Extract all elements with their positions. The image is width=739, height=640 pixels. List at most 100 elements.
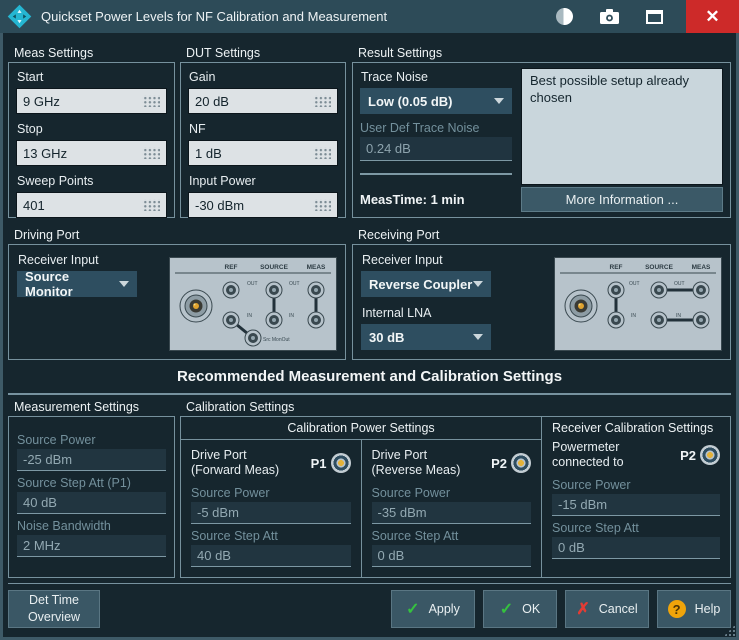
keypad-icon xyxy=(313,147,331,159)
noise-bandwidth-label: Noise Bandwidth xyxy=(17,519,166,535)
cancel-button[interactable]: ✗ Cancel xyxy=(565,590,649,628)
keypad-icon xyxy=(142,147,160,159)
source-power-label: Source Power xyxy=(17,433,166,449)
source-step-att-p1-value: 40 dB xyxy=(23,495,57,510)
screenshot-camera-icon[interactable] xyxy=(600,9,619,24)
powermeter-title-line1: Powermeter xyxy=(552,440,624,455)
start-value: 9 GHz xyxy=(23,94,60,109)
meas-time-text: MeasTime: 1 min xyxy=(360,192,512,207)
forward-source-step-att-label: Source Step Att xyxy=(191,529,351,545)
internal-lna-label: Internal LNA xyxy=(362,306,491,321)
keypad-icon xyxy=(313,95,331,107)
driving-port-diagram: REF SOURCE MEAS xyxy=(169,257,337,351)
setup-info-box: Best possible setup already chosen xyxy=(521,68,723,185)
receiving-port-group: Receiving Port Receiver Input Reverse Co… xyxy=(352,228,731,360)
help-button[interactable]: ? Help xyxy=(657,590,731,628)
reverse-source-power-field: -35 dBm xyxy=(372,502,532,524)
source-power-field: -25 dBm xyxy=(17,449,166,471)
sweep-points-field[interactable]: 401 xyxy=(16,192,167,218)
det-time-line1: Det Time xyxy=(29,592,79,609)
reverse-source-power-value: -35 dBm xyxy=(378,505,427,520)
receiving-receiver-input-dropdown[interactable]: Reverse Coupler xyxy=(361,271,491,297)
reverse-source-power-label: Source Power xyxy=(372,486,532,502)
check-icon: ✓ xyxy=(500,599,513,619)
calibration-settings-group: Calibration Settings Calibration Power S… xyxy=(180,400,731,578)
chevron-down-icon xyxy=(494,98,504,104)
trace-noise-label: Trace Noise xyxy=(361,70,512,85)
receiver-source-step-att-field: 0 dB xyxy=(552,537,720,559)
driving-port-label: Driving Port xyxy=(8,228,346,243)
receiver-source-power-value: -15 dBm xyxy=(558,497,607,512)
out-label: OUT xyxy=(247,281,258,287)
question-mark-icon: ? xyxy=(668,600,686,618)
forward-port-number: P1 xyxy=(311,456,327,471)
receiver-source-step-att-value: 0 dB xyxy=(558,540,585,555)
internal-lna-dropdown[interactable]: 30 dB xyxy=(361,324,491,350)
ok-label: OK xyxy=(522,602,540,616)
ref-out-connector xyxy=(608,282,624,298)
user-def-trace-noise-field: 0.24 dB xyxy=(360,137,512,161)
ok-button[interactable]: ✓ OK xyxy=(483,590,557,628)
receiver-calibration-settings-header: Receiver Calibration Settings xyxy=(552,421,720,439)
dialog-frame-left xyxy=(0,33,3,640)
diagram-ref-label: REF xyxy=(225,264,238,271)
sweep-points-label: Sweep Points xyxy=(17,174,167,189)
gain-value: 20 dB xyxy=(195,94,229,109)
src-monout-connector xyxy=(245,330,261,346)
stop-field[interactable]: 13 GHz xyxy=(16,140,167,166)
contrast-icon[interactable] xyxy=(556,8,573,25)
heading-divider xyxy=(8,393,731,395)
meas-settings-label: Meas Settings xyxy=(8,46,175,61)
diagram-meas-label: MEAS xyxy=(692,264,711,271)
footer-divider xyxy=(8,583,731,584)
receiver-calibration-column: Receiver Calibration Settings Powermeter… xyxy=(541,417,730,577)
receiving-port-label: Receiving Port xyxy=(352,228,731,243)
nf-label: NF xyxy=(189,122,338,137)
keypad-icon xyxy=(142,199,160,211)
reverse-title-line2: (Reverse Meas) xyxy=(372,463,461,478)
start-field[interactable]: 9 GHz xyxy=(16,88,167,114)
diagram-ref-label: REF xyxy=(610,264,623,271)
apply-button[interactable]: ✓ Apply xyxy=(391,590,475,628)
check-icon: ✓ xyxy=(406,599,419,619)
receiving-port-diagram: REF SOURCE MEAS xyxy=(554,257,722,351)
recommended-heading: Recommended Measurement and Calibration … xyxy=(0,368,739,385)
reverse-meas-column: Drive Port (Reverse Meas) P2 Source Powe… xyxy=(362,440,542,577)
receiver-source-step-att-label: Source Step Att xyxy=(552,521,720,537)
result-divider xyxy=(360,173,512,175)
keypad-icon xyxy=(313,199,331,211)
source-out-connector xyxy=(266,282,282,298)
trace-noise-dropdown[interactable]: Low (0.05 dB) xyxy=(360,88,512,114)
measurement-settings-group: Measurement Settings Source Power -25 dB… xyxy=(8,400,175,578)
close-button[interactable]: ✕ xyxy=(686,0,739,33)
reverse-source-step-att-value: 0 dB xyxy=(378,548,405,563)
gain-field[interactable]: 20 dB xyxy=(188,88,338,114)
forward-source-step-att-field: 40 dB xyxy=(191,545,351,567)
source-out-connector xyxy=(651,282,667,298)
receiving-receiver-input-value: Reverse Coupler xyxy=(369,277,472,292)
noise-bandwidth-field: 2 MHz xyxy=(17,535,166,557)
in-label: IN xyxy=(247,313,252,319)
meas-settings-group: Meas Settings Start 9 GHz Stop 13 GHz Sw… xyxy=(8,46,175,218)
chevron-down-icon xyxy=(473,334,483,340)
det-time-overview-button[interactable]: Det Time Overview xyxy=(8,590,100,628)
nf-field[interactable]: 1 dB xyxy=(188,140,338,166)
receiver-port-number: P2 xyxy=(680,448,696,463)
stop-label: Stop xyxy=(17,122,167,137)
driving-receiver-input-dropdown[interactable]: Source Monitor xyxy=(17,271,137,297)
more-information-button[interactable]: More Information ... xyxy=(521,187,723,212)
out-label: OUT xyxy=(629,281,640,287)
meas-out-connector xyxy=(308,282,324,298)
forward-source-power-field: -5 dBm xyxy=(191,502,351,524)
source-power-value: -25 dBm xyxy=(23,452,72,467)
receiver-source-power-field: -15 dBm xyxy=(552,494,720,516)
reverse-source-step-att-field: 0 dB xyxy=(372,545,532,567)
meas-out-connector xyxy=(693,282,709,298)
gain-label: Gain xyxy=(189,70,338,85)
result-settings-group: Result Settings Trace Noise Low (0.05 dB… xyxy=(352,46,731,218)
maximize-icon[interactable] xyxy=(646,10,663,24)
out-label: OUT xyxy=(289,281,300,287)
title-bar: Quickset Power Levels for NF Calibration… xyxy=(0,0,739,33)
diagram-source-label: SOURCE xyxy=(645,264,673,271)
input-power-field[interactable]: -30 dBm xyxy=(188,192,338,218)
